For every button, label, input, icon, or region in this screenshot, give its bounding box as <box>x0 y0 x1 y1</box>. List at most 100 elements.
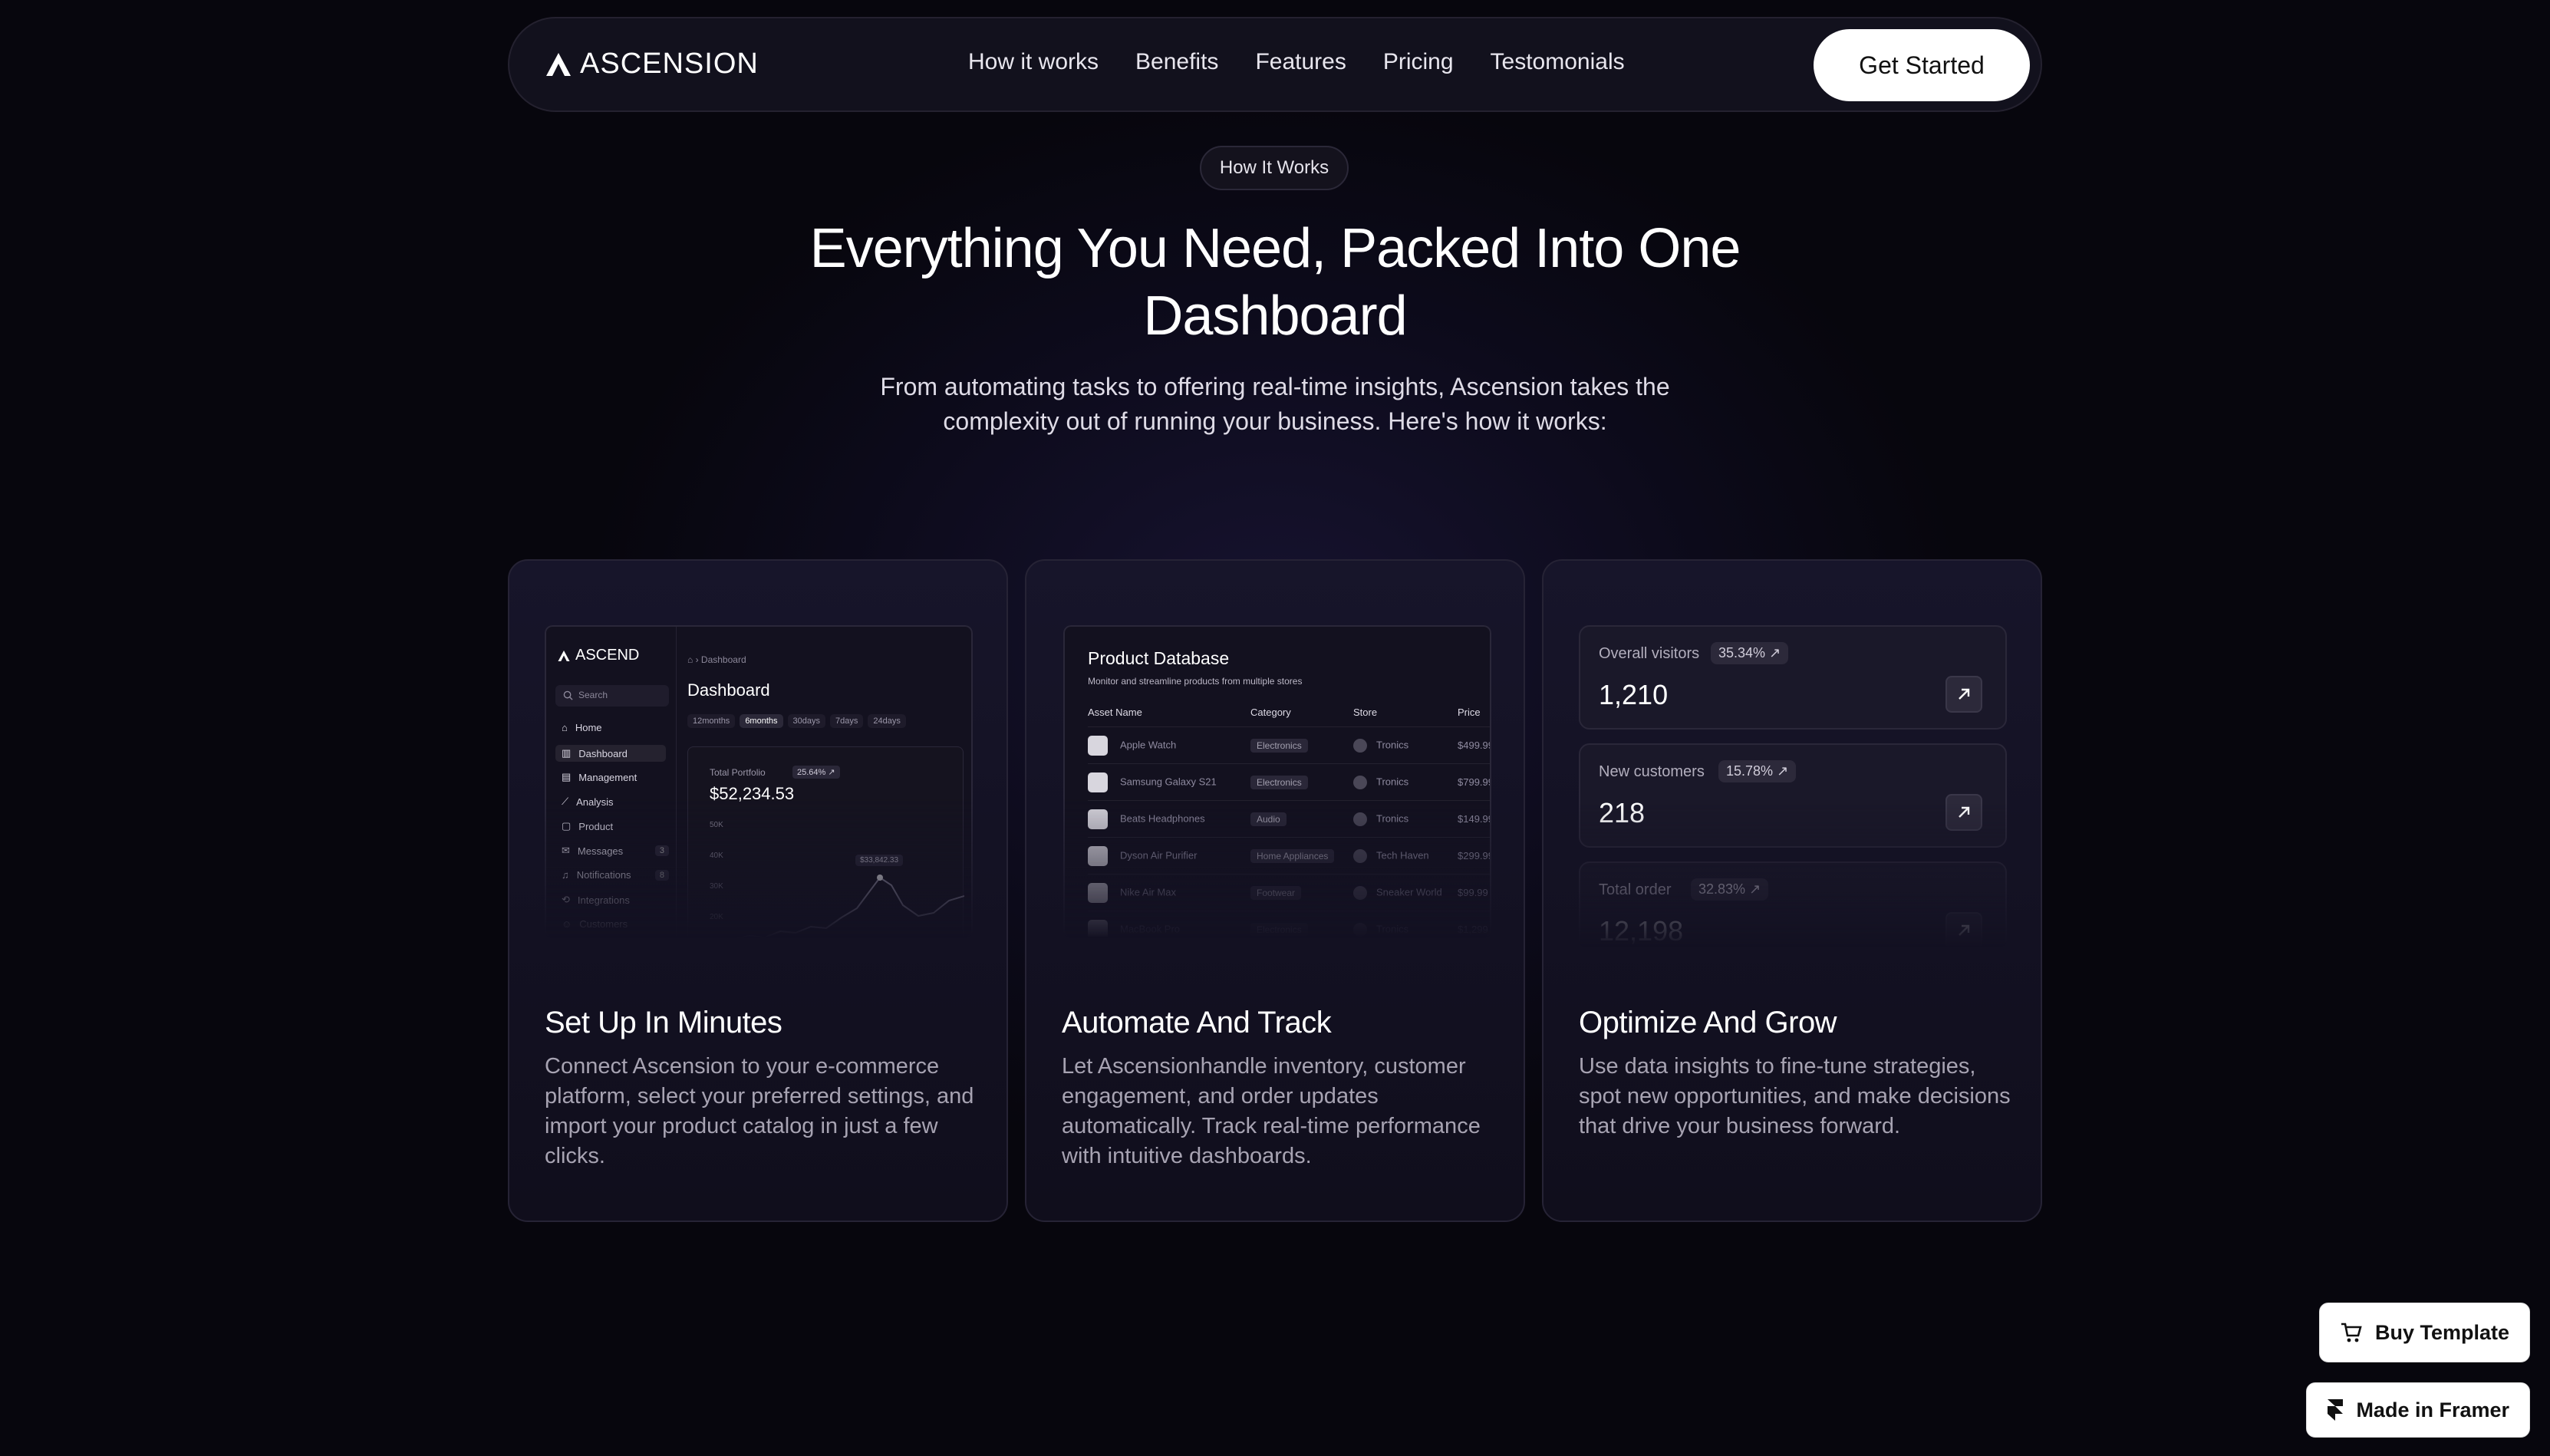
cell-name: Nike Air Max <box>1088 882 1250 903</box>
store-icon <box>1353 848 1367 863</box>
dash-menu-product[interactable]: ▢ Product <box>562 820 613 832</box>
dashboard-search-input[interactable]: Search <box>555 685 669 707</box>
table-row[interactable]: MacBook Pro Electronics Tronics $1,299 <box>1088 911 1490 937</box>
dash-menu-integrations[interactable]: ⟲ Integrations <box>562 894 630 906</box>
product-thumbnail <box>1088 845 1108 866</box>
menu-label: Notifications <box>576 869 631 881</box>
dashboard-logo-text: ASCEND <box>575 647 640 664</box>
stat-value: 1,210 <box>1599 679 1669 710</box>
step-card-setup: ASCEND Search ⌂ Home ▥ Dashboard ▤ Manageme… <box>508 559 1008 1222</box>
get-started-button[interactable]: Get Started <box>1814 29 2030 101</box>
cell-store: Tronics <box>1353 922 1458 937</box>
stat-card-visitors: Overall visitors 35.34% ↗ 1,210 <box>1579 625 2007 730</box>
notifications-count-badge: 8 <box>654 869 669 881</box>
search-icon <box>563 690 573 700</box>
category-tag: Home Appliances <box>1250 849 1335 863</box>
table-row[interactable]: Apple Watch Electronics Tronics $499.99 <box>1088 726 1491 763</box>
range-chip-active[interactable]: 6months <box>740 714 783 728</box>
portfolio-badge: 25.64% ↗ <box>792 766 840 779</box>
brand-logo[interactable]: ASCENSION <box>545 48 759 81</box>
nav-links: How it works Benefits Features Pricing T… <box>968 49 1625 75</box>
cell-text: Nike Air Max <box>1120 885 1176 898</box>
step-card-optimize: Overall visitors 35.34% ↗ 1,210 New cust… <box>1542 559 2042 1222</box>
stat-badge: 35.34% ↗ <box>1711 642 1789 664</box>
cell-category: Footwear <box>1250 886 1353 900</box>
dashboard-preview: ASCEND Search ⌂ Home ▥ Dashboard ▤ Manageme… <box>545 625 973 938</box>
cell-name: Apple Watch <box>1088 735 1250 756</box>
range-chip[interactable]: 30days <box>787 714 825 728</box>
cell-text: MacBook Pro <box>1120 922 1181 934</box>
ascension-logo-icon <box>546 52 571 76</box>
nav-link-pricing[interactable]: Pricing <box>1383 49 1454 75</box>
dash-menu-customers[interactable]: ☺ Customers <box>562 918 628 930</box>
cart-icon <box>2341 1323 2362 1342</box>
cell-category: Electronics <box>1250 776 1353 789</box>
cell-store: Tronics <box>1353 738 1458 753</box>
dashboard-title: Dashboard <box>687 680 770 700</box>
cell-category: Audio <box>1250 812 1353 826</box>
dash-menu-management[interactable]: ▤ Management <box>562 771 637 783</box>
column-header: Asset Name <box>1088 707 1142 718</box>
cell-text: Tech Haven <box>1376 848 1429 861</box>
nav-link-features[interactable]: Features <box>1255 49 1346 75</box>
dashboard-icon: ▥ <box>562 747 572 759</box>
dash-menu-dashboard[interactable]: ▥ Dashboard <box>555 745 666 762</box>
product-table: Product Database Monitor and streamline … <box>1063 625 1491 938</box>
dash-menu-home[interactable]: ⌂ Home <box>562 722 602 733</box>
product-thumbnail <box>1088 735 1108 756</box>
stat-badge-value: 35.34% <box>1718 645 1766 660</box>
dash-menu-messages[interactable]: ✉ Messages 3 <box>562 845 677 857</box>
section-subtitle: From automating tasks to offering real-t… <box>880 373 1670 435</box>
product-thumbnail <box>1088 809 1108 829</box>
table-row[interactable]: Nike Air Max Footwear Sneaker World $99.… <box>1088 874 1490 911</box>
step-card-automate: Product Database Monitor and streamline … <box>1025 559 1525 1222</box>
stat-open-button[interactable] <box>1945 676 1982 713</box>
table-row[interactable]: Beats Headphones Audio Tronics $149.99 <box>1088 800 1490 837</box>
menu-label: Customers <box>579 918 628 930</box>
table-header: Asset Name Category Store Price <box>1088 707 1490 718</box>
nav-link-testimonials[interactable]: Testomonials <box>1491 49 1625 75</box>
portfolio-badge-value: 25.64% <box>797 768 826 777</box>
stat-value: 12,198 <box>1599 915 1684 947</box>
cell-price: $499.99 <box>1458 740 1491 751</box>
product-icon: ▢ <box>562 820 572 832</box>
range-chip[interactable]: 24days <box>868 714 906 728</box>
cell-text: Sneaker World <box>1376 885 1442 898</box>
table-row[interactable]: Samsung Galaxy S21 Electronics Tronics $… <box>1088 763 1490 800</box>
range-chip[interactable]: 12months <box>687 714 736 728</box>
portfolio-card: Total Portfolio 25.64% ↗ $52,234.53 50K … <box>687 746 964 938</box>
stat-badge-value: 15.78% <box>1726 763 1774 779</box>
cell-text: Dyson Air Purifier <box>1120 848 1198 861</box>
cell-category: Electronics <box>1250 739 1353 753</box>
cell-text: Samsung Galaxy S21 <box>1120 775 1217 787</box>
arrow-up-right-icon <box>1959 688 1970 700</box>
card-description: Use data insights to fine-tune strategie… <box>1579 1054 2011 1138</box>
cell-text: Apple Watch <box>1120 738 1177 750</box>
cell-price: $299.99 <box>1458 850 1491 861</box>
y-tick: 40K <box>710 852 723 860</box>
cell-price: $99.99 <box>1458 887 1488 898</box>
breadcrumb-label: Dashboard <box>700 654 746 665</box>
product-database-preview: Product Database Monitor and streamline … <box>1063 625 1491 938</box>
column-header: Store <box>1353 707 1378 718</box>
headline-line-1: Everything You Need, Packed Into One <box>809 218 1741 279</box>
product-thumbnail <box>1088 772 1108 792</box>
made-in-framer-button[interactable]: Made in Framer <box>2306 1382 2530 1438</box>
range-chip[interactable]: 7days <box>830 714 864 728</box>
buy-template-button[interactable]: Buy Template <box>2318 1303 2530 1362</box>
menu-label: Analysis <box>576 796 614 808</box>
table-row[interactable]: Dyson Air Purifier Home Appliances Tech … <box>1088 837 1491 874</box>
store-icon <box>1353 738 1367 753</box>
nav-link-benefits[interactable]: Benefits <box>1135 49 1218 75</box>
dash-menu-analysis[interactable]: ⟋ Analysis <box>562 796 614 808</box>
store-icon <box>1353 885 1367 900</box>
top-navbar: ASCENSION How it works Benefits Features… <box>508 17 2042 112</box>
dashboard-mock: ASCEND Search ⌂ Home ▥ Dashboard ▤ Manageme… <box>545 625 973 938</box>
nav-link-how-it-works[interactable]: How it works <box>968 49 1099 75</box>
card-description: Connect Ascension to your e-commerce pla… <box>545 1054 974 1168</box>
category-tag: Audio <box>1250 812 1287 826</box>
cell-name: MacBook Pro <box>1088 919 1250 937</box>
stat-open-button[interactable] <box>1945 794 1982 831</box>
stat-open-button[interactable] <box>1945 912 1982 947</box>
dash-menu-notifications[interactable]: ♫ Notifications 8 <box>562 869 677 881</box>
